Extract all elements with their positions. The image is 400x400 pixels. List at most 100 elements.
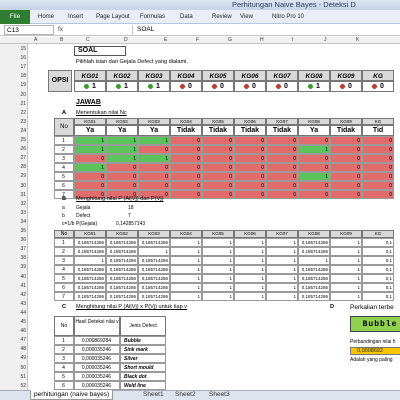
secc-jenis-cell[interactable]: Silver	[120, 354, 166, 363]
secb-cell[interactable]: 0,1	[362, 283, 394, 292]
jawab-cell[interactable]: 0	[362, 145, 394, 154]
secb-cell[interactable]: 0,185714286	[74, 274, 106, 283]
sheet-tab-3[interactable]: Sheet3	[206, 390, 233, 400]
secb-cell[interactable]: 1	[330, 238, 362, 247]
jawab-cell[interactable]: 1	[298, 145, 330, 154]
secc-jenis-cell[interactable]: Sink mark	[120, 345, 166, 354]
jawab-cell[interactable]: 0	[170, 172, 202, 181]
secb-cell[interactable]: 1	[234, 283, 266, 292]
fx-icon[interactable]: fx	[58, 25, 128, 35]
jawab-cell[interactable]: 0	[202, 163, 234, 172]
jawab-cell[interactable]: 0	[266, 172, 298, 181]
jawab-cell[interactable]: 0	[170, 136, 202, 145]
secb-cell[interactable]: 0,185714286	[138, 283, 170, 292]
jawab-cell[interactable]: 0	[330, 181, 362, 190]
soal-opsi-cell-8[interactable]: 0	[330, 81, 362, 92]
secb-cell[interactable]: 0,185714286	[298, 274, 330, 283]
secb-cell[interactable]: 1	[170, 265, 202, 274]
jawab-cell[interactable]: 0	[330, 145, 362, 154]
secb-cell[interactable]: 0,185714286	[106, 292, 138, 301]
secb-cell[interactable]: 1	[202, 247, 234, 256]
secb-cell[interactable]: 1	[330, 256, 362, 265]
secb-cell[interactable]: 1	[330, 247, 362, 256]
secb-cell[interactable]: 0,185714286	[74, 265, 106, 274]
secb-cell[interactable]: 1	[202, 256, 234, 265]
jawab-cell[interactable]: 0	[330, 190, 362, 199]
secb-cell[interactable]: 0,185714286	[74, 238, 106, 247]
name-box[interactable]: C13	[4, 25, 54, 35]
secb-cell[interactable]: 0,185714286	[106, 238, 138, 247]
secb-cell[interactable]: 1	[138, 247, 170, 256]
soal-opsi-cell-2[interactable]: 1	[138, 81, 170, 92]
secb-cell[interactable]: 1	[266, 283, 298, 292]
secb-cell[interactable]: 0,185714286	[138, 265, 170, 274]
secb-cell[interactable]: 0,185714286	[74, 283, 106, 292]
secb-cell[interactable]: 0,185714286	[74, 292, 106, 301]
jawab-cell[interactable]: 1	[138, 154, 170, 163]
secb-cell[interactable]: 1	[234, 274, 266, 283]
secb-cell[interactable]: 0,185714286	[74, 247, 106, 256]
jawab-cell[interactable]: 0	[234, 181, 266, 190]
secb-cell[interactable]: 0,185714286	[138, 256, 170, 265]
jawab-cell[interactable]: 1	[106, 154, 138, 163]
jawab-cell[interactable]: 0	[362, 172, 394, 181]
jawab-cell[interactable]: 0	[266, 163, 298, 172]
jawab-cell[interactable]: 0	[202, 154, 234, 163]
jawab-cell[interactable]: 0	[330, 136, 362, 145]
jawab-cell[interactable]: 0	[202, 145, 234, 154]
jawab-cell[interactable]: 0	[170, 154, 202, 163]
secb-cell[interactable]: 1	[234, 292, 266, 301]
soal-opsi-cell-7[interactable]: 1	[298, 81, 330, 92]
ribbon-tab-4[interactable]: Data	[180, 10, 193, 24]
secb-cell[interactable]: 0,1	[362, 238, 394, 247]
secc-hasil-cell[interactable]: 0,000035246	[74, 354, 120, 363]
secb-cell[interactable]: 0,185714286	[106, 274, 138, 283]
ribbon-tab-6[interactable]: View	[240, 10, 253, 24]
secb-cell[interactable]: 1	[234, 247, 266, 256]
secc-jenis-cell[interactable]: Black dot	[120, 372, 166, 381]
secb-cell[interactable]: 1	[170, 283, 202, 292]
secb-cell[interactable]: 1	[74, 256, 106, 265]
jawab-cell[interactable]: 0	[106, 163, 138, 172]
secb-cell[interactable]: 1	[202, 283, 234, 292]
jawab-cell[interactable]: 0	[362, 181, 394, 190]
ribbon-tab-0[interactable]: Home	[38, 10, 54, 24]
secb-cell[interactable]: 1	[330, 265, 362, 274]
secc-jenis-cell[interactable]: Short mould	[120, 363, 166, 372]
formula-input[interactable]: SOAL	[132, 25, 400, 35]
secb-cell[interactable]: 0,185714286	[298, 292, 330, 301]
jawab-cell[interactable]: 0	[330, 154, 362, 163]
soal-opsi-cell-4[interactable]: 0	[202, 81, 234, 92]
jawab-cell[interactable]: 0	[266, 145, 298, 154]
secc-hasil-cell[interactable]: 0,000035246	[74, 381, 120, 390]
secb-cell[interactable]: 1	[266, 292, 298, 301]
jawab-cell[interactable]: 0	[234, 172, 266, 181]
worksheet-grid[interactable]: SOAL Pilihlah isian dari Gejala Defect y…	[28, 44, 400, 390]
secb-cell[interactable]: 0,185714286	[106, 283, 138, 292]
jawab-cell[interactable]: 0	[234, 154, 266, 163]
jawab-cell[interactable]: 0	[138, 181, 170, 190]
secb-cell[interactable]: 0,185714286	[138, 238, 170, 247]
secb-cell[interactable]: 0,185714286	[298, 247, 330, 256]
jawab-cell[interactable]: 0	[234, 136, 266, 145]
ribbon-tab-2[interactable]: Page Layout	[96, 10, 130, 24]
jawab-cell[interactable]: 0	[266, 181, 298, 190]
sheet-tab-0[interactable]: perhitungan (naive bayes)	[30, 390, 114, 400]
jawab-cell[interactable]: 0	[106, 181, 138, 190]
sheet-tab-2[interactable]: Sheet2	[172, 390, 199, 400]
jawab-cell[interactable]: 0	[170, 145, 202, 154]
secb-cell[interactable]: 1	[330, 283, 362, 292]
ribbon-tab-5[interactable]: Review	[212, 10, 232, 24]
secb-cell[interactable]: 1	[266, 238, 298, 247]
jawab-cell[interactable]: 0	[298, 136, 330, 145]
secb-cell[interactable]: 1	[170, 274, 202, 283]
sheet-tab-1[interactable]: Sheet1	[140, 390, 167, 400]
secb-cell[interactable]: 1	[170, 256, 202, 265]
secb-cell[interactable]: 1	[234, 238, 266, 247]
secb-cell[interactable]: 1	[266, 265, 298, 274]
secb-cell[interactable]: 0,1	[362, 274, 394, 283]
ribbon-tab-1[interactable]: Insert	[68, 10, 83, 24]
ribbon-tab-7[interactable]: Nitro Pro 10	[272, 10, 304, 24]
secc-hasil-cell[interactable]: 0,000035246	[74, 372, 120, 381]
secb-cell[interactable]: 0,1	[362, 265, 394, 274]
